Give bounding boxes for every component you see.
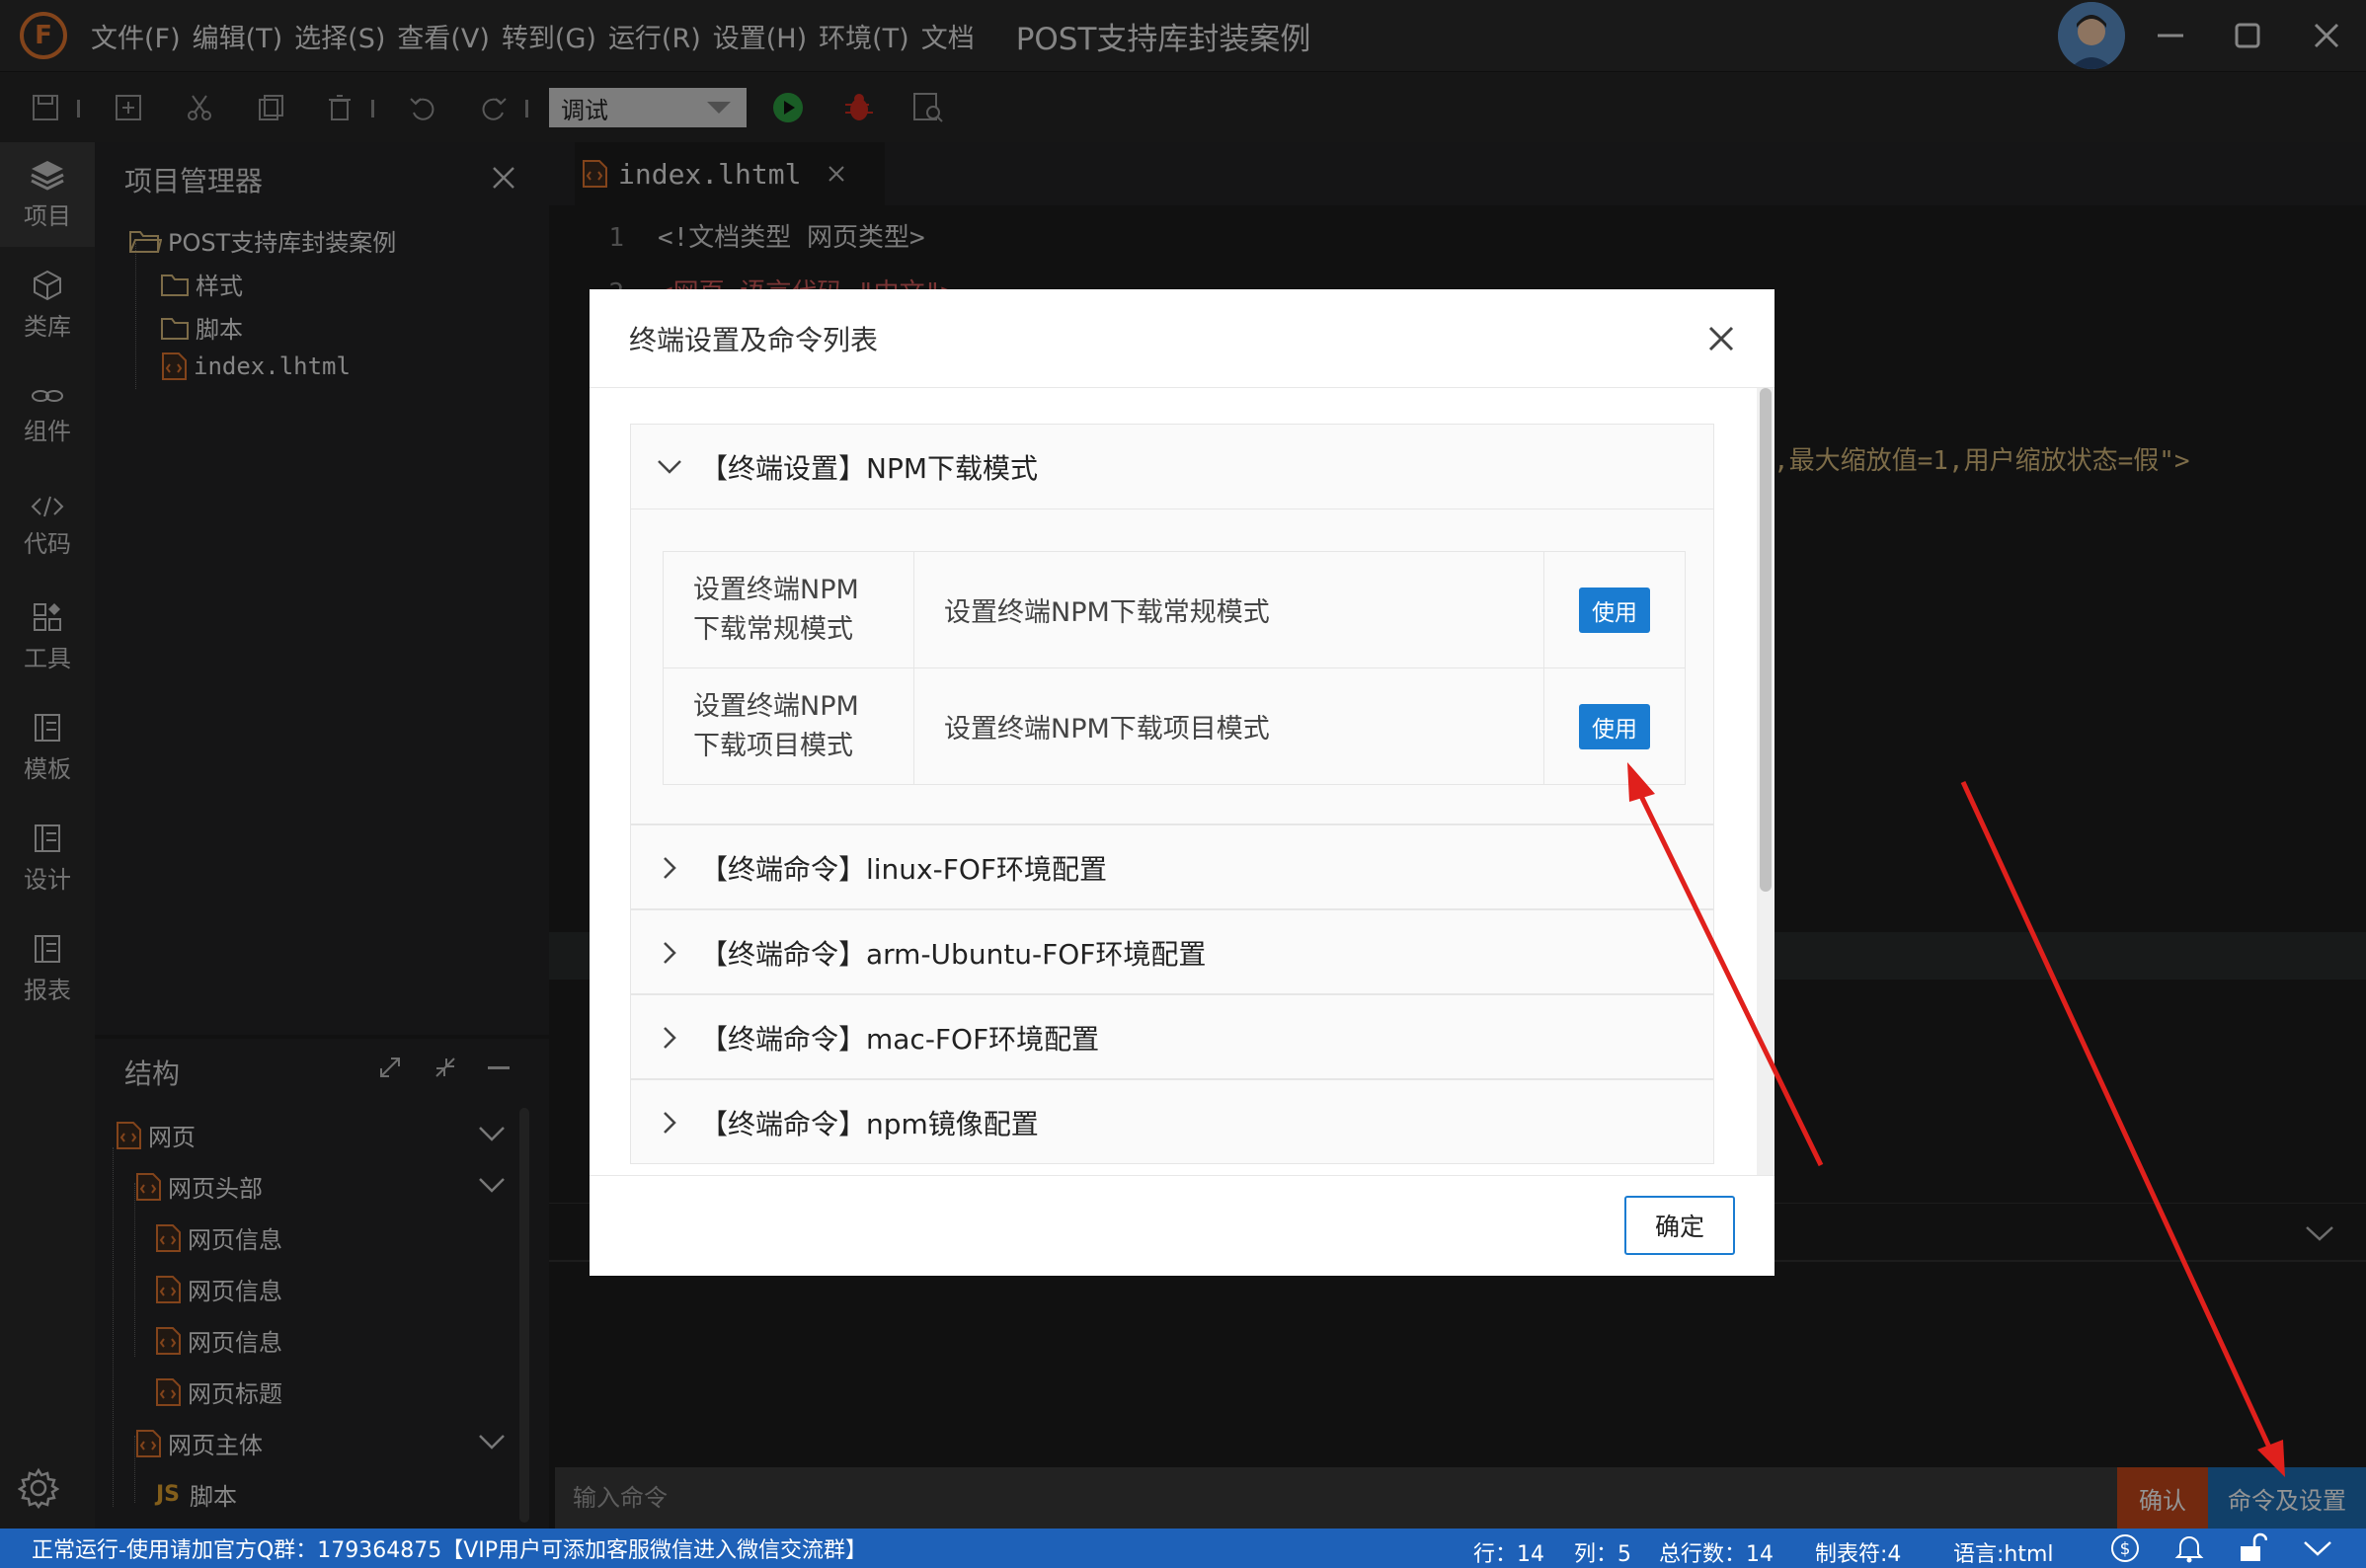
section-header[interactable]: 【终端命令】npm镜像配置	[631, 1080, 1713, 1165]
terminal-settings-dialog: 终端设置及命令列表 【终端设置】NPM下载模式 设置终端NPM下载常规模式 设置…	[590, 289, 1774, 1276]
command-action-cell: 使用	[1543, 667, 1686, 785]
status-total-lines: 总行数：14	[1659, 1542, 1774, 1567]
dialog-title: 终端设置及命令列表	[629, 324, 879, 356]
bell-icon[interactable]	[2174, 1532, 2204, 1564]
close-icon	[1708, 326, 1734, 352]
section-arm-ubuntu-fof[interactable]: 【终端命令】arm-Ubuntu-FOF环境配置	[630, 909, 1714, 994]
section-npm-download-mode: 【终端设置】NPM下载模式 设置终端NPM下载常规模式 设置终端NPM下载常规模…	[630, 424, 1714, 824]
unlock-icon[interactable]	[2238, 1532, 2267, 1564]
status-row: 行：14	[1473, 1542, 1544, 1567]
chevron-right-icon	[664, 1027, 676, 1049]
chevron-down-icon	[658, 459, 681, 474]
dialog-body: 【终端设置】NPM下载模式 设置终端NPM下载常规模式 设置终端NPM下载常规模…	[590, 388, 1774, 1175]
status-message: 正常运行-使用请加官方Q群：179364875【VIP用户可添加客服微信进入微信…	[32, 1538, 868, 1563]
status-bar: 正常运行-使用请加官方Q群：179364875【VIP用户可添加客服微信进入微信…	[0, 1529, 2366, 1568]
table-row: 设置终端NPM下载项目模式 设置终端NPM下载项目模式 使用	[663, 667, 1686, 785]
dialog-footer: 确定	[590, 1175, 1774, 1276]
chevron-right-icon	[664, 942, 676, 964]
dollar-icon[interactable]: $	[2109, 1532, 2141, 1564]
status-language[interactable]: 语言:html	[1953, 1536, 2054, 1568]
dialog-close-button[interactable]	[1701, 319, 1741, 358]
use-button[interactable]: 使用	[1579, 587, 1650, 633]
section-header[interactable]: 【终端设置】NPM下载模式	[631, 425, 1713, 510]
command-action-cell: 使用	[1543, 551, 1686, 668]
section-mac-fof[interactable]: 【终端命令】mac-FOF环境配置	[630, 994, 1714, 1079]
command-table: 设置终端NPM下载常规模式 设置终端NPM下载常规模式 使用 设置终端NPM下载…	[663, 551, 1686, 785]
ok-button[interactable]: 确定	[1624, 1196, 1735, 1255]
command-desc-cell: 设置终端NPM下载常规模式	[913, 551, 1544, 668]
svg-text:$: $	[2120, 1539, 2131, 1559]
section-linux-fof[interactable]: 【终端命令】linux-FOF环境配置	[630, 824, 1714, 909]
section-header[interactable]: 【终端命令】linux-FOF环境配置	[631, 825, 1713, 910]
chevron-right-icon	[664, 857, 676, 879]
command-name-cell: 设置终端NPM下载项目模式	[663, 667, 914, 785]
section-header[interactable]: 【终端命令】arm-Ubuntu-FOF环境配置	[631, 910, 1713, 995]
status-col: 列：5	[1574, 1542, 1631, 1567]
dialog-scrollbar[interactable]	[1757, 388, 1774, 1175]
chevron-down-icon[interactable]	[2303, 1538, 2332, 1558]
use-button[interactable]: 使用	[1579, 703, 1650, 749]
scrollbar-thumb[interactable]	[1760, 388, 1772, 892]
table-row: 设置终端NPM下载常规模式 设置终端NPM下载常规模式 使用	[663, 551, 1686, 668]
chevron-right-icon	[664, 1112, 676, 1134]
command-name-cell: 设置终端NPM下载常规模式	[663, 551, 914, 668]
section-header[interactable]: 【终端命令】mac-FOF环境配置	[631, 995, 1713, 1080]
dialog-header: 终端设置及命令列表	[590, 289, 1774, 388]
section-npm-mirror[interactable]: 【终端命令】npm镜像配置	[630, 1079, 1714, 1164]
command-desc-cell: 设置终端NPM下载项目模式	[913, 667, 1544, 785]
status-tab-size[interactable]: 制表符:4	[1815, 1536, 1901, 1568]
